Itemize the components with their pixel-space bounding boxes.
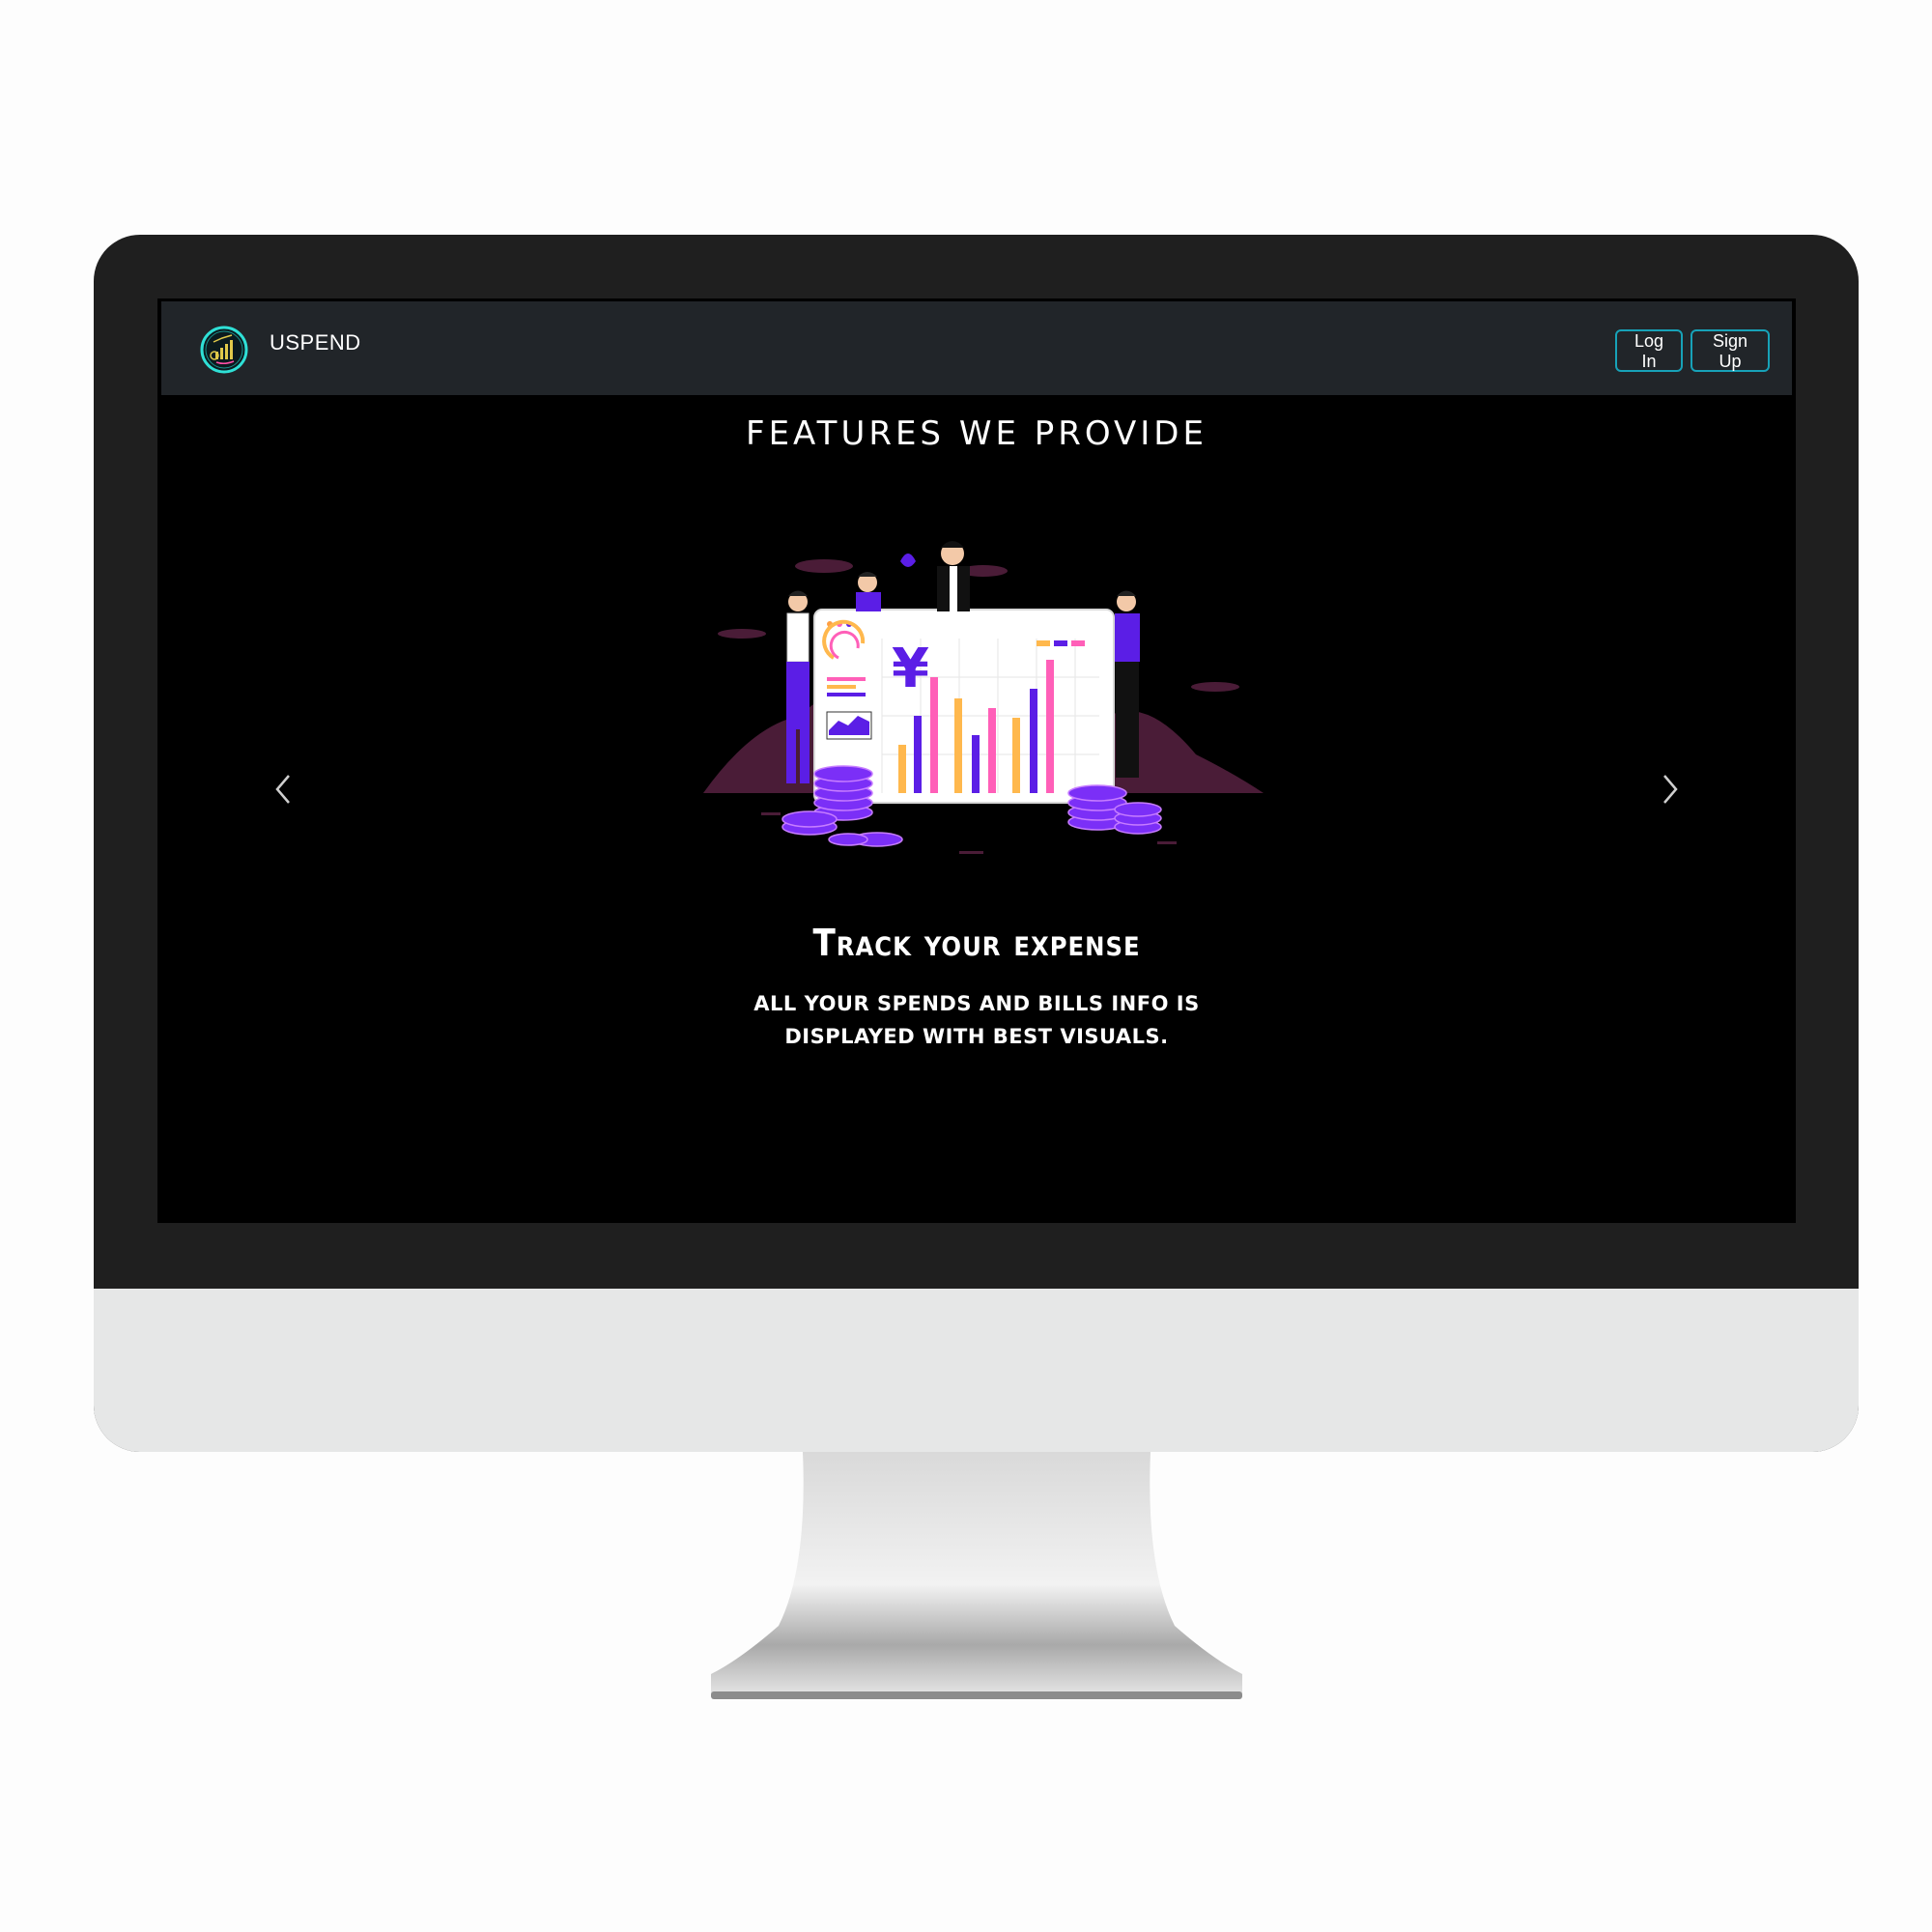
- brand-name[interactable]: USPEND: [270, 330, 361, 355]
- monitor-chin: [94, 1289, 1859, 1452]
- slide-description: All your spends and bills info is displa…: [753, 992, 1200, 1048]
- section-title: FEATURES WE PROVIDE: [746, 414, 1208, 453]
- yen-symbol: ¥: [892, 638, 929, 700]
- monitor-frame: USPEND Log In Sign Up FEATURES WE PROVID…: [94, 235, 1859, 1452]
- slide-title: Track your expense: [812, 922, 1141, 964]
- expense-illustration: ¥: [703, 541, 1264, 854]
- signup-button[interactable]: Sign Up: [1690, 329, 1770, 372]
- chevron-left-icon[interactable]: [264, 760, 302, 818]
- uspend-logo-icon[interactable]: [199, 325, 249, 375]
- website-screen: USPEND Log In Sign Up FEATURES WE PROVID…: [157, 298, 1796, 1223]
- login-button[interactable]: Log In: [1615, 329, 1683, 372]
- chevron-right-icon[interactable]: [1651, 760, 1690, 818]
- monitor-stand: [711, 1452, 1242, 1699]
- navbar: USPEND Log In Sign Up: [161, 301, 1792, 395]
